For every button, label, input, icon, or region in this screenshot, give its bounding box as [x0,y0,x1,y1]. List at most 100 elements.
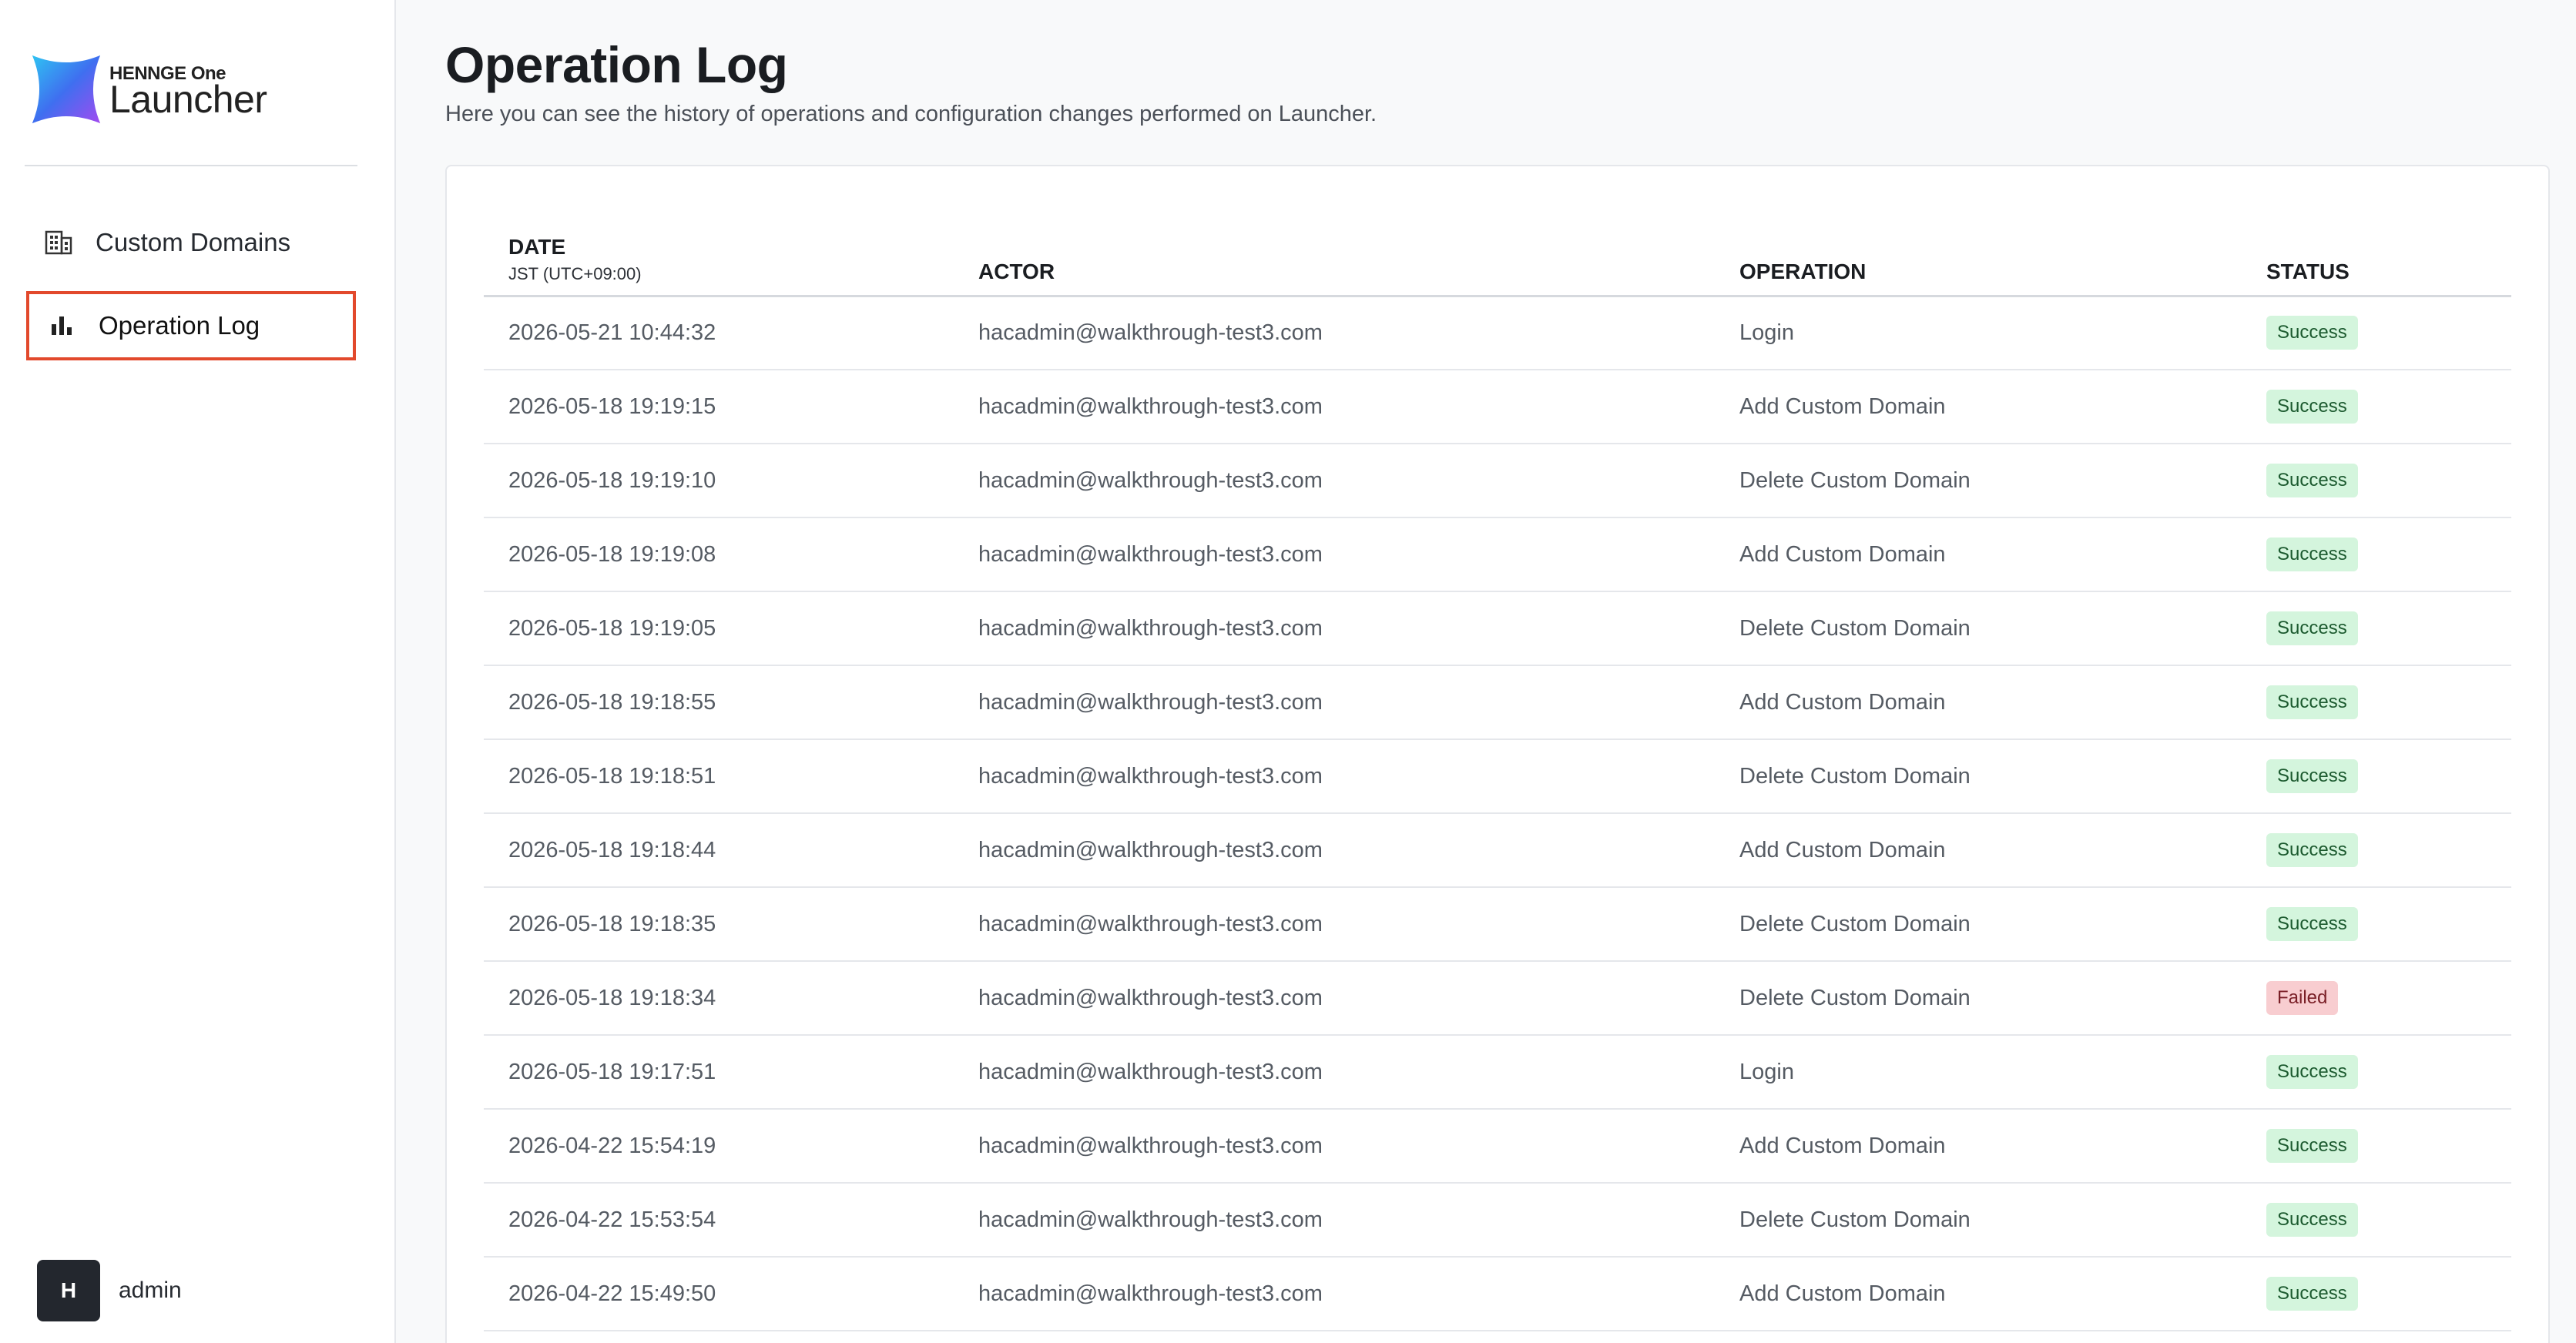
status-cell: Success [2242,444,2511,518]
user-name: admin [119,1278,182,1303]
column-header-date: DATE JST (UTC+09:00) [484,211,954,297]
table-row: 2026-05-18 19:19:15 hacadmin@walkthrough-… [484,370,2511,444]
date-cell: 2026-05-18 19:18:35 [484,887,954,962]
operation-cell: Delete Custom Domain [1715,961,2242,1036]
operation-log-table: DATE JST (UTC+09:00) ACTOR OPERATION STA… [484,211,2511,1331]
status-cell: Success [2242,591,2511,666]
table-row: 2026-05-18 19:17:51 hacadmin@walkthrough-… [484,1035,2511,1110]
table-row: 2026-04-22 15:53:54 hacadmin@walkthrough-… [484,1183,2511,1258]
table-row: 2026-05-18 19:18:51 hacadmin@walkthrough-… [484,739,2511,814]
status-badge: Success [2266,1203,2358,1237]
operation-cell: Add Custom Domain [1715,370,2242,444]
status-badge: Success [2266,390,2358,424]
status-cell: Failed [2242,961,2511,1036]
actor-cell: hacadmin@walkthrough-test3.com [954,961,1715,1036]
status-badge: Success [2266,1055,2358,1089]
operation-cell: Login [1715,296,2242,370]
actor-cell: hacadmin@walkthrough-test3.com [954,1257,1715,1331]
sidebar-divider [25,165,357,166]
status-cell: Success [2242,1109,2511,1184]
actor-cell: hacadmin@walkthrough-test3.com [954,665,1715,740]
actor-cell: hacadmin@walkthrough-test3.com [954,1035,1715,1110]
status-cell: Success [2242,1257,2511,1331]
status-cell: Success [2242,813,2511,888]
actor-cell: hacadmin@walkthrough-test3.com [954,517,1715,592]
status-cell: Success [2242,370,2511,444]
table-body: 2026-05-21 10:44:32 hacadmin@walkthrough-… [484,296,2511,1331]
table-row: 2026-05-18 19:18:35 hacadmin@walkthrough-… [484,887,2511,962]
actor-cell: hacadmin@walkthrough-test3.com [954,296,1715,370]
operation-cell: Add Custom Domain [1715,1109,2242,1184]
date-cell: 2026-05-18 19:19:05 [484,591,954,666]
building-icon [43,227,74,258]
table-row: 2026-05-18 19:18:44 hacadmin@walkthrough-… [484,813,2511,888]
operation-cell: Add Custom Domain [1715,665,2242,740]
date-cell: 2026-05-18 19:18:51 [484,739,954,814]
status-badge: Success [2266,316,2358,350]
date-cell: 2026-05-18 19:19:15 [484,370,954,444]
date-cell: 2026-04-22 15:49:50 [484,1257,954,1331]
status-badge: Success [2266,833,2358,867]
actor-cell: hacadmin@walkthrough-test3.com [954,370,1715,444]
date-cell: 2026-05-18 19:19:10 [484,444,954,518]
column-header-actor: ACTOR [954,211,1715,297]
main-content: Operation Log Here you can see the histo… [396,0,2576,1343]
actor-cell: hacadmin@walkthrough-test3.com [954,444,1715,518]
date-cell: 2026-05-18 19:17:51 [484,1035,954,1110]
status-cell: Success [2242,517,2511,592]
timezone-label: JST (UTC+09:00) [508,263,642,283]
sidebar: HENNGE One Launcher Custom Domains Opera… [0,0,396,1343]
status-badge: Failed [2266,981,2339,1015]
actor-cell: hacadmin@walkthrough-test3.com [954,1109,1715,1184]
bar-chart-icon [46,310,77,341]
column-header-label: DATE [508,234,566,259]
table-row: 2026-05-18 19:19:10 hacadmin@walkthrough-… [484,444,2511,518]
status-cell: Success [2242,296,2511,370]
page-subtitle: Here you can see the history of operatio… [445,102,1377,126]
launcher-logo-icon [32,55,101,124]
status-badge: Success [2266,611,2358,645]
table-row: 2026-05-18 19:18:55 hacadmin@walkthrough-… [484,665,2511,740]
operation-cell: Delete Custom Domain [1715,591,2242,666]
status-cell: Success [2242,887,2511,962]
logo-product-text: Launcher [109,78,267,121]
actor-cell: hacadmin@walkthrough-test3.com [954,591,1715,666]
user-menu[interactable]: H admin [37,1260,182,1321]
date-cell: 2026-05-21 10:44:32 [484,296,954,370]
operation-cell: Delete Custom Domain [1715,1183,2242,1258]
sidebar-item-label: Operation Log [99,311,260,340]
table-header-row: DATE JST (UTC+09:00) ACTOR OPERATION STA… [484,211,2511,297]
page-title: Operation Log [445,36,788,93]
table-row: 2026-04-22 15:54:19 hacadmin@walkthrough-… [484,1109,2511,1184]
status-cell: Success [2242,1183,2511,1258]
status-badge: Success [2266,759,2358,793]
sidebar-item-operation-log[interactable]: Operation Log [26,291,356,360]
operation-cell: Add Custom Domain [1715,517,2242,592]
sidebar-item-custom-domains[interactable]: Custom Domains [26,208,356,277]
operation-cell: Delete Custom Domain [1715,887,2242,962]
column-header-status: STATUS [2242,211,2511,297]
avatar: H [37,1260,100,1321]
table-row: 2026-05-18 19:19:08 hacadmin@walkthrough-… [484,517,2511,592]
actor-cell: hacadmin@walkthrough-test3.com [954,1183,1715,1258]
date-cell: 2026-05-18 19:18:44 [484,813,954,888]
status-badge: Success [2266,1129,2358,1163]
actor-cell: hacadmin@walkthrough-test3.com [954,739,1715,814]
logo[interactable]: HENNGE One Launcher [31,54,354,131]
operation-log-card: DATE JST (UTC+09:00) ACTOR OPERATION STA… [445,165,2550,1343]
operation-cell: Add Custom Domain [1715,813,2242,888]
table-row: 2026-05-21 10:44:32 hacadmin@walkthrough-… [484,296,2511,370]
status-cell: Success [2242,739,2511,814]
sidebar-item-label: Custom Domains [96,228,291,256]
table-row: 2026-04-22 15:49:50 hacadmin@walkthrough-… [484,1257,2511,1331]
date-cell: 2026-05-18 19:19:08 [484,517,954,592]
date-cell: 2026-05-18 19:18:34 [484,961,954,1036]
status-badge: Success [2266,464,2358,497]
status-badge: Success [2266,907,2358,941]
app-root: HENNGE One Launcher Custom Domains Opera… [0,0,2576,1343]
actor-cell: hacadmin@walkthrough-test3.com [954,887,1715,962]
table-row: 2026-05-18 19:19:05 hacadmin@walkthrough-… [484,591,2511,666]
date-cell: 2026-05-18 19:18:55 [484,665,954,740]
actor-cell: hacadmin@walkthrough-test3.com [954,813,1715,888]
status-badge: Success [2266,685,2358,719]
